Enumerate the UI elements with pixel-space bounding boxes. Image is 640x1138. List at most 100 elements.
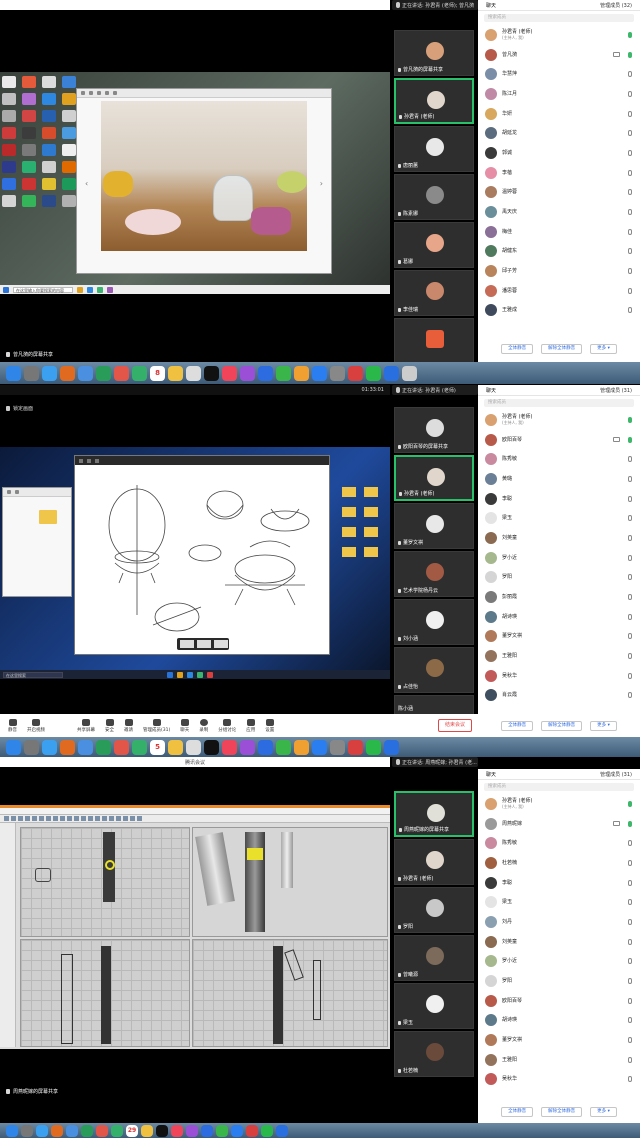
video-tile[interactable]: 刘小涵 — [394, 599, 474, 645]
member-row[interactable]: 潘思蓉 — [482, 281, 636, 301]
podcasts-icon[interactable] — [240, 365, 255, 381]
mic-icon[interactable] — [628, 268, 632, 275]
folder-icon[interactable] — [364, 487, 378, 497]
mic-icon[interactable] — [628, 51, 632, 58]
more-button[interactable]: 更多 ▾ — [590, 1107, 617, 1117]
mail-icon[interactable] — [78, 739, 93, 755]
finder-icon[interactable] — [6, 739, 21, 755]
photos-icon[interactable] — [96, 1124, 108, 1137]
wps-icon[interactable] — [246, 1124, 258, 1137]
mic-icon[interactable] — [628, 1017, 632, 1024]
toolbar-members[interactable]: 管理成员(31) — [143, 718, 170, 733]
mic-icon[interactable] — [628, 692, 632, 699]
mic-icon[interactable] — [628, 456, 632, 463]
podcasts-icon[interactable] — [186, 1124, 198, 1137]
toolbar-apps[interactable]: 应用 — [246, 718, 255, 733]
viewport-right[interactable] — [192, 939, 388, 1047]
member-row[interactable]: 吴秋华 — [482, 1070, 636, 1090]
tab-members[interactable]: 管理成员 (31) — [600, 771, 632, 778]
mic-icon[interactable] — [628, 515, 632, 522]
reminders-icon[interactable] — [186, 365, 201, 381]
maps-icon[interactable] — [96, 739, 111, 755]
member-row[interactable]: 刘丹 — [482, 912, 636, 932]
tencent-meeting-icon[interactable] — [276, 1124, 288, 1137]
mic-icon[interactable] — [628, 653, 632, 660]
pages-icon[interactable] — [294, 365, 309, 381]
camera-icon[interactable] — [613, 52, 620, 58]
member-row[interactable]: 胡延龙 — [482, 123, 636, 143]
video-tile[interactable]: 孙君青 (老师) — [394, 839, 474, 885]
calendar-icon[interactable]: 8 — [150, 365, 165, 381]
mic-icon[interactable] — [628, 820, 632, 827]
toolbar-security[interactable]: 安全 — [105, 718, 114, 733]
wechat-icon[interactable] — [366, 365, 381, 381]
member-row[interactable]: 孙君青 (老师) (主持人, 我) — [482, 794, 636, 814]
member-row[interactable]: 孙君青 (老师) (主持人, 我) — [482, 25, 636, 45]
mute-all-button[interactable]: 全体静音 — [501, 1107, 534, 1117]
member-row[interactable]: 陈秀敏 — [482, 833, 636, 853]
keynote-icon[interactable] — [201, 1124, 213, 1137]
member-row[interactable]: 邱子芳 — [482, 261, 636, 281]
video-tile[interactable]: 李佳瑞 — [394, 270, 474, 316]
notes-icon[interactable] — [168, 739, 183, 755]
mic-icon[interactable] — [628, 110, 632, 117]
member-row[interactable]: 黄璐 — [482, 469, 636, 489]
tv-icon[interactable] — [156, 1124, 168, 1137]
mic-icon[interactable] — [628, 495, 632, 502]
safari-icon[interactable] — [42, 365, 57, 381]
member-row[interactable]: 欧阳百琴 — [482, 991, 636, 1011]
member-row[interactable]: 欧阳百琴 — [482, 430, 636, 450]
member-row[interactable]: 罗阳 — [482, 971, 636, 991]
pencil-sketch-canvas[interactable] — [75, 465, 329, 654]
photos-icon[interactable] — [114, 739, 129, 755]
member-row[interactable]: 杜若楠 — [482, 853, 636, 873]
tv-icon[interactable] — [204, 739, 219, 755]
mic-icon[interactable] — [628, 287, 632, 294]
numbers-icon[interactable] — [216, 1124, 228, 1137]
member-row[interactable]: 李聪 — [482, 873, 636, 893]
keynote-icon[interactable] — [258, 365, 273, 381]
music-icon[interactable] — [222, 739, 237, 755]
toolbar-record[interactable]: 录制 — [199, 718, 208, 733]
facetime-icon[interactable] — [132, 365, 147, 381]
toolbar-settings[interactable]: 设置 — [265, 718, 274, 733]
mic-icon[interactable] — [628, 416, 632, 423]
page-thumbnails[interactable] — [177, 638, 229, 650]
app-store-icon[interactable] — [312, 365, 327, 381]
viewport-perspective[interactable] — [192, 827, 388, 937]
member-row[interactable]: 陈秀敏 — [482, 449, 636, 469]
mic-icon[interactable] — [628, 672, 632, 679]
member-row[interactable]: 梅佳 — [482, 222, 636, 242]
member-row[interactable]: 胡诗瑛 — [482, 607, 636, 627]
mic-icon[interactable] — [628, 633, 632, 640]
keynote-icon[interactable] — [258, 739, 273, 755]
mic-icon[interactable] — [628, 31, 632, 38]
mic-icon[interactable] — [628, 71, 632, 78]
screen-share-area[interactable]: 周燕昵嫁的屏幕共享 — [0, 805, 390, 1099]
mic-icon[interactable] — [628, 859, 632, 866]
end-meeting-button[interactable]: 结束会议 — [437, 719, 472, 732]
member-row[interactable]: 孙君青 (老师) (主持人, 我) — [482, 410, 636, 430]
video-tile[interactable]: 葛娜 — [394, 222, 474, 268]
photos-icon[interactable] — [114, 365, 129, 381]
mic-icon[interactable] — [628, 978, 632, 985]
mic-icon[interactable] — [628, 228, 632, 235]
unmute-all-button[interactable]: 解除全体静音 — [541, 721, 583, 731]
video-tile[interactable]: 艺术学院杨丹云 — [394, 551, 474, 597]
mic-icon[interactable] — [628, 90, 632, 97]
wps-icon[interactable] — [348, 739, 363, 755]
member-row[interactable]: 王雅阳 — [482, 1050, 636, 1070]
member-row[interactable]: 禹天庆 — [482, 202, 636, 222]
tencent-meeting-icon[interactable] — [384, 365, 399, 381]
member-row[interactable]: 李聪 — [482, 489, 636, 509]
mic-icon[interactable] — [628, 1076, 632, 1083]
tab-chat[interactable]: 聊天 — [486, 771, 496, 778]
video-tile[interactable]: 占佳怡 — [394, 647, 474, 693]
facetime-icon[interactable] — [111, 1124, 123, 1137]
video-tile[interactable]: 曾凡漪的屏幕共享 — [394, 30, 474, 76]
member-row[interactable]: 彭丽霞 — [482, 587, 636, 607]
screen-share-area[interactable]: 在这里搜索 — [0, 447, 390, 679]
more-button[interactable]: 更多 ▾ — [590, 344, 617, 354]
tv-icon[interactable] — [204, 365, 219, 381]
toolbar-mute[interactable]: 静音 — [8, 718, 17, 733]
